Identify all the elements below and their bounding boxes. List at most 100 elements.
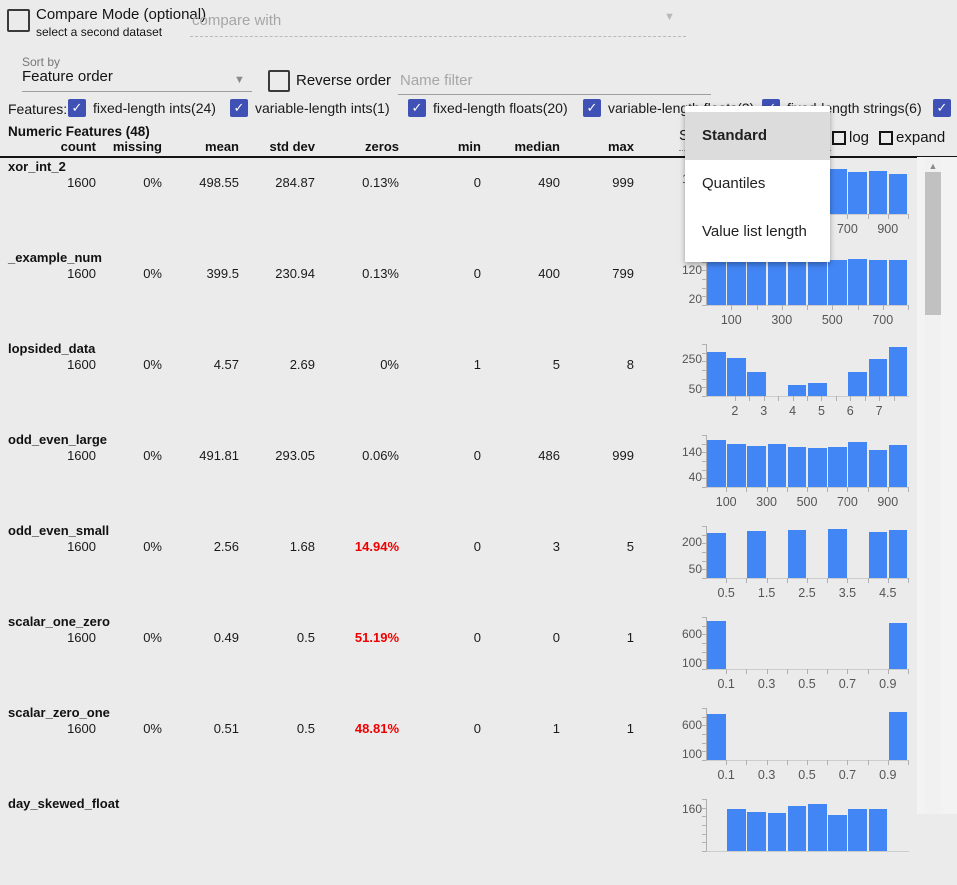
histogram-bar[interactable] <box>889 260 908 305</box>
histogram-bar[interactable] <box>707 260 726 305</box>
histogram-bar[interactable] <box>889 530 908 578</box>
checkbox-checked-icon[interactable]: ✓ <box>230 99 248 117</box>
y-axis-tick <box>702 634 706 635</box>
histogram-bar[interactable] <box>828 529 847 578</box>
x-axis-tick <box>908 760 909 765</box>
menu-item[interactable]: Standard <box>685 112 830 160</box>
histogram-bar[interactable] <box>808 383 827 396</box>
stat-max: 1 <box>560 630 634 645</box>
histogram-bar[interactable] <box>788 806 807 851</box>
histogram-bar[interactable] <box>707 714 726 760</box>
histogram-bar[interactable] <box>747 261 766 305</box>
checkbox-checked-icon[interactable]: ✓ <box>68 99 86 117</box>
checkbox-checked-icon[interactable]: ✓ <box>933 99 951 117</box>
histogram-bar[interactable] <box>747 531 766 578</box>
histogram-bar[interactable] <box>848 809 867 851</box>
histogram-bar[interactable] <box>889 712 908 760</box>
histogram-bar[interactable] <box>869 359 888 396</box>
feature-type-filter[interactable]: ✓ fixed-length ints(24) <box>68 99 216 117</box>
histogram-bar[interactable] <box>727 809 746 851</box>
histogram-bar[interactable] <box>828 815 847 851</box>
feature-histogram[interactable]: 14040100300500700900 <box>660 430 957 521</box>
histogram-bar[interactable] <box>889 347 908 396</box>
histogram-bar[interactable] <box>727 444 746 487</box>
histogram-bar[interactable] <box>889 174 908 215</box>
x-axis-tick <box>908 487 909 492</box>
checkbox-checked-icon[interactable]: ✓ <box>583 99 601 117</box>
scroll-up-icon[interactable]: ▲ <box>925 160 941 172</box>
histogram-bar[interactable] <box>768 260 787 305</box>
x-axis-label: 0.1 <box>708 768 744 782</box>
histogram-bar[interactable] <box>889 623 908 669</box>
y-axis-label: 100 <box>660 747 702 761</box>
x-axis-label: 900 <box>870 495 906 509</box>
histogram-bar[interactable] <box>828 447 847 487</box>
feature-type-filter[interactable]: ✓ <box>933 99 957 117</box>
histogram-bar[interactable] <box>788 530 807 578</box>
histogram-bar[interactable] <box>889 445 908 488</box>
stat-max: 999 <box>560 448 634 463</box>
x-axis-label: 0.9 <box>870 768 906 782</box>
feature-histogram[interactable]: 6001000.10.30.50.70.9 <box>660 612 957 703</box>
histogram-bar[interactable] <box>828 169 847 214</box>
histogram-bar[interactable] <box>788 260 807 305</box>
y-axis-tick <box>702 569 706 570</box>
y-axis-tick <box>702 743 706 744</box>
feature-type-filter[interactable]: ✓ fixed-length floats(20) <box>408 99 568 117</box>
histogram-bar[interactable] <box>869 450 888 488</box>
histogram-bar[interactable] <box>848 372 867 396</box>
histogram-bar[interactable] <box>747 446 766 488</box>
histogram-bar[interactable] <box>768 444 787 487</box>
histogram-bar[interactable] <box>869 809 888 851</box>
log-checkbox-icon[interactable] <box>832 131 846 145</box>
histogram-bar[interactable] <box>828 260 847 305</box>
menu-item[interactable]: Value list length <box>685 208 830 256</box>
histogram-bar[interactable] <box>727 358 746 396</box>
compare-mode-checkbox[interactable] <box>7 9 30 32</box>
dropdown-arrow-icon[interactable]: ▼ <box>234 74 245 86</box>
x-axis-tick <box>807 578 808 583</box>
histogram-bar[interactable] <box>848 259 867 305</box>
menu-item[interactable]: Quantiles <box>685 160 830 208</box>
histogram-bar[interactable] <box>808 259 827 305</box>
name-filter-input[interactable] <box>398 66 711 95</box>
histogram-bar[interactable] <box>707 533 726 578</box>
histogram-bar[interactable] <box>707 621 726 669</box>
log-toggle[interactable]: log <box>832 129 869 146</box>
histogram-bar[interactable] <box>768 813 787 851</box>
feature-type-filter[interactable]: ✓ variable-length ints(1) <box>230 99 390 117</box>
histogram-bar[interactable] <box>747 812 766 851</box>
scrollbar-thumb[interactable] <box>925 172 941 315</box>
histogram-bar[interactable] <box>808 804 827 851</box>
sort-by-select[interactable]: Feature order <box>22 68 252 92</box>
histogram-bar[interactable] <box>848 172 867 214</box>
stat-missing: 0% <box>96 630 162 645</box>
feature-histogram[interactable]: 6001000.10.30.50.70.9 <box>660 703 957 794</box>
histogram-bar[interactable] <box>707 440 726 487</box>
x-axis-tick <box>827 487 828 492</box>
checkbox-checked-icon[interactable]: ✓ <box>408 99 426 117</box>
histogram-bar[interactable] <box>869 532 888 578</box>
histogram-bar[interactable] <box>869 260 888 305</box>
x-axis-tick <box>807 487 808 492</box>
compare-with-input[interactable] <box>190 4 686 37</box>
feature-type-filter-label: fixed-length ints(24) <box>93 100 216 116</box>
histogram-bar[interactable] <box>727 259 746 305</box>
histogram-bar[interactable] <box>788 385 807 396</box>
x-axis-tick <box>767 578 768 583</box>
reverse-order-checkbox[interactable] <box>268 70 290 92</box>
expand-checkbox-icon[interactable] <box>879 131 893 145</box>
stat-mean: 4.57 <box>162 357 239 372</box>
histogram-bar[interactable] <box>788 447 807 488</box>
expand-toggle[interactable]: expand <box>879 129 945 146</box>
y-axis-tick <box>702 543 706 544</box>
feature-histogram[interactable]: 25050234567 <box>660 339 957 430</box>
histogram-bar[interactable] <box>808 448 827 487</box>
histogram-bar[interactable] <box>707 352 726 396</box>
dropdown-arrow-icon[interactable]: ▼ <box>664 11 675 23</box>
feature-histogram[interactable]: 160 <box>660 794 957 885</box>
feature-histogram[interactable]: 200500.51.52.53.54.5 <box>660 521 957 612</box>
histogram-bar[interactable] <box>848 442 867 488</box>
histogram-bar[interactable] <box>869 171 888 214</box>
histogram-bar[interactable] <box>747 372 766 396</box>
